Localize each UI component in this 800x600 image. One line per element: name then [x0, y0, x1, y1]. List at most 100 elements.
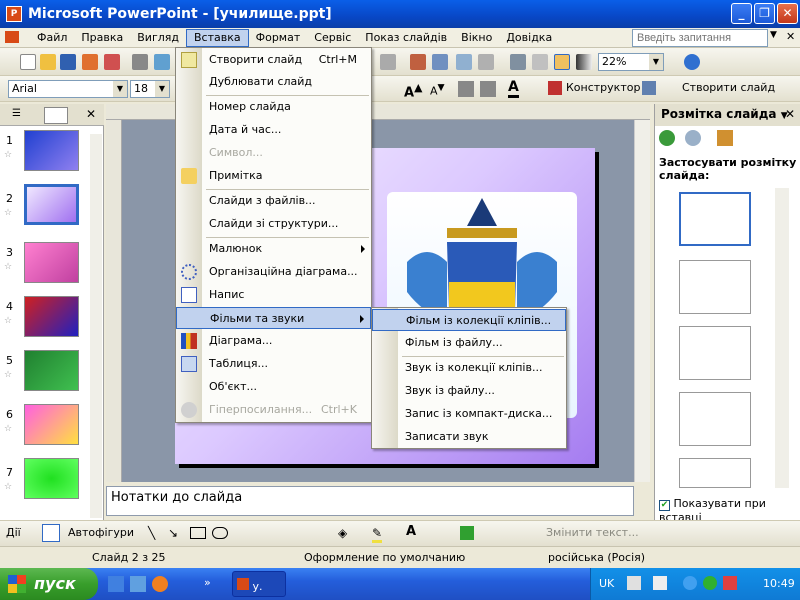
new-slide-button[interactable]: Створити слайд [682, 81, 775, 94]
restore-button[interactable]: ❐ [754, 3, 775, 24]
menu-item-slide-number[interactable]: Номер слайда [176, 96, 371, 118]
menu-item-new-slide[interactable]: Створити слайд Ctrl+M [176, 49, 371, 71]
menu-item-org-chart[interactable]: Організаційна діаграма... [176, 261, 371, 283]
slide-thumbnail[interactable] [24, 130, 79, 171]
back-icon[interactable] [659, 130, 675, 146]
layouts-scrollbar[interactable] [775, 188, 789, 488]
slides-tab[interactable] [44, 107, 68, 124]
menu-window[interactable]: Вікно [454, 29, 499, 47]
show-grid-icon[interactable] [554, 54, 570, 70]
menu-item-duplicate-slide[interactable]: Дублювати слайд [176, 71, 371, 93]
expand-all-icon[interactable] [510, 54, 526, 70]
preview-icon[interactable] [154, 54, 170, 70]
menu-item-movie-from-clip[interactable]: Фільм із колекції кліпів... [372, 309, 566, 331]
new-icon[interactable] [20, 54, 36, 70]
arrow-icon[interactable]: ↘ [168, 526, 178, 540]
menu-tools[interactable]: Сервіс [307, 29, 358, 47]
clock[interactable]: 10:49 [763, 577, 795, 590]
slide-thumbnail[interactable] [24, 242, 79, 283]
forward-icon[interactable] [685, 130, 701, 146]
menu-insert[interactable]: Вставка [186, 28, 249, 47]
open-icon[interactable] [40, 54, 56, 70]
menu-item-movie-from-file[interactable]: Фільм із файлу... [372, 332, 566, 354]
fill-color-icon[interactable]: ◈ [338, 526, 347, 540]
menu-item-play-cd[interactable]: Запис із компакт-диска... [372, 403, 566, 425]
menu-item-slides-from-outline[interactable]: Слайди зі структури... [176, 213, 371, 235]
start-button[interactable]: пуск [0, 568, 98, 600]
notes-pane[interactable]: Нотатки до слайда [106, 486, 634, 516]
zoom-select[interactable]: 22% ▼ [598, 53, 664, 71]
line-icon[interactable]: ╲ [148, 526, 155, 540]
redo-icon[interactable] [380, 54, 396, 70]
slide-thumbnail[interactable] [24, 350, 79, 391]
line-color-icon[interactable]: ✎ [372, 526, 383, 543]
tables-borders-icon[interactable] [456, 54, 472, 70]
menu-item-object[interactable]: Об'єкт... [176, 376, 371, 398]
close-button[interactable]: ✕ [777, 3, 798, 24]
font-color-draw-icon[interactable]: A [406, 524, 416, 539]
increase-indent-icon[interactable] [480, 81, 496, 97]
tray-icon[interactable] [723, 576, 737, 590]
tray-icon[interactable] [703, 576, 717, 590]
slide-scrollbar[interactable] [634, 120, 650, 482]
slides-scrollbar[interactable] [90, 134, 102, 518]
show-desktop-icon[interactable] [108, 576, 124, 592]
menu-view[interactable]: Вигляд [130, 29, 186, 47]
menu-item-picture[interactable]: Малюнок [176, 238, 371, 260]
menu-edit[interactable]: Правка [74, 29, 130, 47]
save-icon[interactable] [60, 54, 76, 70]
help-icon[interactable] [684, 54, 700, 70]
task-pane-close-icon[interactable]: ✕ [785, 107, 795, 121]
3d-style-icon[interactable] [460, 526, 474, 540]
taskbar-task[interactable]: у. [232, 571, 286, 597]
menu-item-chart[interactable]: Діаграма... [176, 330, 371, 352]
slide-thumbnail[interactable] [24, 458, 79, 499]
insert-table-icon[interactable] [432, 54, 448, 70]
layout-thumbnail[interactable] [679, 326, 751, 380]
menu-item-date-time[interactable]: Дата й час... [176, 119, 371, 141]
quicklaunch-icon[interactable] [130, 576, 146, 592]
menu-item-sound-from-file[interactable]: Звук із файлу... [372, 380, 566, 402]
oval-icon[interactable] [212, 527, 228, 539]
firefox-icon[interactable] [152, 576, 168, 592]
menu-file[interactable]: Файл [30, 29, 74, 47]
menu-format[interactable]: Формат [249, 29, 308, 47]
minimize-button[interactable]: _ [731, 3, 752, 24]
slide-thumbnail[interactable] [24, 296, 79, 337]
slide-thumbnail[interactable] [24, 404, 79, 445]
layout-thumbnail[interactable] [679, 260, 751, 314]
select-pointer-icon[interactable] [42, 524, 60, 542]
ask-dropdown-arrow[interactable]: ▼ [770, 30, 777, 40]
print-icon[interactable] [132, 54, 148, 70]
grayscale-icon[interactable] [576, 54, 592, 70]
decrease-indent-icon[interactable] [458, 81, 474, 97]
rectangle-icon[interactable] [190, 527, 206, 539]
menu-item-table[interactable]: Таблиця... [176, 353, 371, 375]
doc-icon[interactable] [4, 29, 30, 47]
help-tray-icon[interactable] [627, 576, 641, 590]
pane-close-icon[interactable]: ✕ [86, 107, 96, 121]
ask-question-input[interactable] [632, 29, 768, 47]
menu-item-comment[interactable]: Примітка [176, 165, 371, 187]
menu-item-movies-sounds[interactable]: Фільми та звуки [176, 307, 371, 329]
more-quicklaunch-icon[interactable]: » [204, 576, 211, 589]
layout-thumbnail[interactable] [679, 458, 751, 488]
font-select[interactable]: Arial ▼ [8, 80, 128, 98]
outline-tab[interactable]: ☰ [12, 108, 21, 119]
tray-icon[interactable] [683, 576, 697, 590]
menu-slideshow[interactable]: Показ слайдів [358, 29, 454, 47]
insert-chart-icon[interactable] [410, 54, 426, 70]
tray-icon[interactable] [653, 576, 667, 590]
font-size-select[interactable]: 18 ▼ [130, 80, 170, 98]
designer-button[interactable]: Конструктор [566, 81, 640, 94]
menu-item-record-sound[interactable]: Записати звук [372, 426, 566, 448]
close-doc-button[interactable]: ✕ [786, 30, 795, 43]
decrease-font-icon[interactable]: A▼ [430, 82, 445, 98]
language-indicator[interactable]: UK [599, 577, 614, 590]
layout-thumbnail[interactable] [679, 392, 751, 446]
permission-icon[interactable] [82, 54, 98, 70]
powerpoint-icon[interactable]: P [6, 6, 22, 22]
menu-item-slides-from-files[interactable]: Слайди з файлів... [176, 190, 371, 212]
menu-item-sound-from-clip[interactable]: Звук із колекції кліпів... [372, 357, 566, 379]
increase-font-icon[interactable]: A▲ [404, 81, 422, 100]
